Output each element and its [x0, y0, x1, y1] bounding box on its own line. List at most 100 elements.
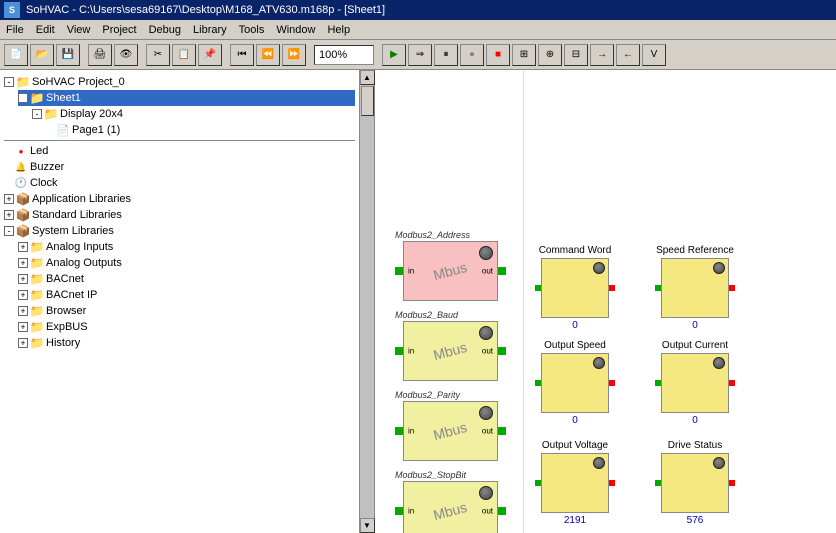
tree-sys-libs[interactable]: - 📦 System Libraries — [4, 223, 355, 239]
tree-analog-out[interactable]: + 📁 Analog Outputs — [18, 255, 355, 271]
toolbar-fwd[interactable]: ⏩ — [282, 44, 306, 66]
tree-separator — [4, 140, 355, 141]
modbus-baud-block[interactable]: Modbus2_Baud in Mbus out — [395, 310, 506, 381]
tree-analog-in[interactable]: + 📁 Analog Inputs — [18, 239, 355, 255]
menu-project[interactable]: Project — [96, 20, 142, 39]
spd-knob[interactable] — [713, 262, 725, 274]
menu-tools[interactable]: Tools — [233, 20, 271, 39]
menu-edit[interactable]: Edit — [30, 20, 61, 39]
reg-spd-block[interactable]: Speed Reference 0 — [650, 245, 740, 331]
tree-led[interactable]: ● Led — [4, 143, 355, 159]
toolbar-new[interactable]: 📄 — [4, 44, 28, 66]
toolbar-run[interactable]: ▶ — [382, 44, 406, 66]
toolbar-plus-sq[interactable]: ⊞ — [512, 44, 536, 66]
toolbar-preview[interactable]: 👁 — [114, 44, 138, 66]
tree-app-libs[interactable]: + 📦 Application Libraries — [4, 191, 355, 207]
modbus-parity-body[interactable]: in Mbus out — [403, 401, 498, 461]
modbus-address-knob[interactable] — [479, 246, 493, 260]
toolbar-back[interactable]: ⏪ — [256, 44, 280, 66]
expand-app-libs[interactable]: + — [4, 194, 14, 204]
menu-library[interactable]: Library — [187, 20, 233, 39]
modbus-stopbit-knob[interactable] — [479, 486, 493, 500]
expand-analog-in[interactable]: + — [18, 242, 28, 252]
toolbar-print[interactable]: 🖨 — [88, 44, 112, 66]
modbus-address-block[interactable]: Modbus2_Address in Mbus out — [395, 230, 506, 301]
modbus-parity-knob[interactable] — [479, 406, 493, 420]
dsts-knob[interactable] — [713, 457, 725, 469]
expand-std-libs[interactable]: + — [4, 210, 14, 220]
menu-debug[interactable]: Debug — [143, 20, 187, 39]
expand-bacnet[interactable]: + — [18, 274, 28, 284]
modbus-stopbit-block[interactable]: Modbus2_StopBit in Mbus out — [395, 470, 506, 533]
zoom-input[interactable]: 100% — [314, 45, 374, 65]
toolbar-arrow-right[interactable]: → — [590, 44, 614, 66]
scroll-thumb[interactable] — [361, 86, 374, 116]
clock-label: Clock — [30, 177, 58, 189]
ocur-label: Output Current — [650, 340, 740, 351]
cmd-knob[interactable] — [593, 262, 605, 274]
menu-window[interactable]: Window — [270, 20, 321, 39]
modbus-parity-block[interactable]: Modbus2_Parity in Mbus out — [395, 390, 506, 461]
reg-ocur-block[interactable]: Output Current 0 — [650, 340, 740, 426]
tree-expbus[interactable]: + 📁 ExpBUS — [18, 319, 355, 335]
toolbar-step[interactable]: ⇒ — [408, 44, 432, 66]
toolbar-stop-sq[interactable]: ■ — [486, 44, 510, 66]
expand-project[interactable]: - — [4, 77, 14, 87]
toolbar-paste[interactable]: 📌 — [198, 44, 222, 66]
tree-browser[interactable]: + 📁 Browser — [18, 303, 355, 319]
ocur-knob[interactable] — [713, 357, 725, 369]
toolbar-pause[interactable]: ⏸ — [434, 44, 458, 66]
expand-expbus[interactable]: + — [18, 322, 28, 332]
cmd-body[interactable] — [541, 258, 609, 318]
tree-bacnet-ip[interactable]: + 📁 BACnet IP — [18, 287, 355, 303]
modbus-stopbit-body[interactable]: in Mbus out — [403, 481, 498, 533]
scroll-down-btn[interactable]: ▼ — [360, 518, 375, 533]
toolbar-stop-circle[interactable]: ● — [460, 44, 484, 66]
tree-scrollbar[interactable]: ▲ ▼ — [359, 70, 374, 533]
tree-sheet1[interactable]: - 📁 Sheet1 — [18, 90, 355, 106]
expand-sys-libs[interactable]: - — [4, 226, 14, 236]
expand-bacnet-ip[interactable]: + — [18, 290, 28, 300]
reg-cmd-block[interactable]: Command Word 0 — [530, 245, 620, 331]
menu-file[interactable]: File — [0, 20, 30, 39]
ovlt-knob[interactable] — [593, 457, 605, 469]
menu-view[interactable]: View — [61, 20, 97, 39]
tree-history[interactable]: + 📁 History — [18, 335, 355, 351]
toolbar-open[interactable]: 📂 — [30, 44, 54, 66]
ocur-body[interactable] — [661, 353, 729, 413]
tree-display[interactable]: - 📁 Display 20x4 — [32, 106, 355, 122]
menu-help[interactable]: Help — [321, 20, 356, 39]
expand-browser[interactable]: + — [18, 306, 28, 316]
tree-page1[interactable]: 📄 Page1 (1) — [46, 122, 355, 138]
tree-project[interactable]: - 📁 SoHVAC Project_0 — [4, 74, 355, 90]
expand-analog-out[interactable]: + — [18, 258, 28, 268]
toolbar-minus[interactable]: ⊟ — [564, 44, 588, 66]
scroll-track[interactable] — [360, 85, 374, 518]
ospd-body[interactable] — [541, 353, 609, 413]
ospd-knob[interactable] — [593, 357, 605, 369]
tree-clock[interactable]: 🕐 Clock — [4, 175, 355, 191]
expand-display[interactable]: - — [32, 109, 42, 119]
expand-history[interactable]: + — [18, 338, 28, 348]
expand-sheet1[interactable]: - — [18, 93, 28, 103]
tree-bacnet[interactable]: + 📁 BACnet — [18, 271, 355, 287]
toolbar-dot-plus[interactable]: ⊕ — [538, 44, 562, 66]
modbus-baud-body[interactable]: in Mbus out — [403, 321, 498, 381]
dsts-body[interactable] — [661, 453, 729, 513]
toolbar-v[interactable]: V — [642, 44, 666, 66]
reg-ospd-block[interactable]: Output Speed 0 — [530, 340, 620, 426]
tree-buzzer[interactable]: 🔔 Buzzer — [4, 159, 355, 175]
ovlt-body[interactable] — [541, 453, 609, 513]
toolbar-save[interactable]: 💾 — [56, 44, 80, 66]
toolbar-copy[interactable]: 📋 — [172, 44, 196, 66]
toolbar-step-back[interactable]: ⏮ — [230, 44, 254, 66]
spd-body[interactable] — [661, 258, 729, 318]
reg-dsts-block[interactable]: Drive Status 576 — [650, 440, 740, 526]
tree-std-libs[interactable]: + 📦 Standard Libraries — [4, 207, 355, 223]
modbus-baud-knob[interactable] — [479, 326, 493, 340]
scroll-up-btn[interactable]: ▲ — [360, 70, 375, 85]
toolbar-cut[interactable]: ✂ — [146, 44, 170, 66]
toolbar-arrow-left[interactable]: ← — [616, 44, 640, 66]
modbus-address-body[interactable]: in Mbus out — [403, 241, 498, 301]
reg-ovlt-block[interactable]: Output Voltage 2191 — [530, 440, 620, 526]
